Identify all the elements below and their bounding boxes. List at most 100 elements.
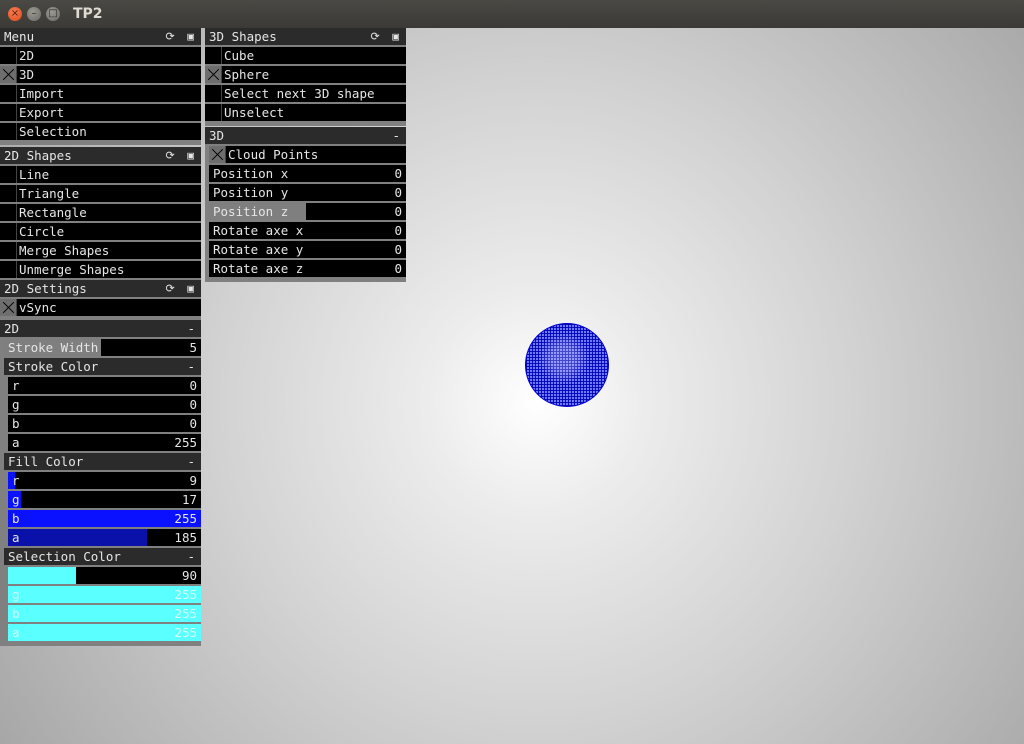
collapse-icon[interactable]: - (187, 320, 195, 337)
shape3d-item-unselect[interactable]: Unselect (205, 104, 406, 121)
cloud-points-checkbox[interactable] (209, 146, 226, 163)
menu-item-import[interactable]: Import (0, 85, 201, 102)
close-window-button[interactable]: × (8, 7, 22, 21)
shape3d-item-select-next[interactable]: Select next 3D shape (205, 85, 406, 102)
shapes-3d-header[interactable]: 3D Shapes ⟳ ▣ (205, 28, 406, 45)
settings-2d-header[interactable]: 2D Settings ⟳ ▣ (0, 280, 201, 297)
shape-item-unmerge[interactable]: Unmerge Shapes (0, 261, 201, 278)
stroke-color-header[interactable]: Stroke Color - (4, 358, 201, 375)
slider-label: b (12, 606, 20, 621)
group-2d-header[interactable]: 2D - (0, 320, 201, 337)
shape-item-line[interactable]: Line (0, 166, 201, 183)
slider-value: 0 (189, 378, 197, 393)
shapes-3d-title: 3D Shapes (209, 29, 277, 44)
collapse-icon[interactable]: - (187, 548, 195, 565)
checkbox-selection[interactable] (0, 123, 17, 140)
settings-3d-header[interactable]: 3D - (205, 127, 406, 144)
shape-item-triangle[interactable]: Triangle (0, 185, 201, 202)
selection-b-slider[interactable]: b 255 (8, 605, 201, 622)
cloud-points-toggle[interactable]: Cloud Points (209, 146, 406, 163)
button-box[interactable] (0, 242, 17, 259)
stroke-a-slider[interactable]: a 255 (8, 434, 201, 451)
vsync-checkbox[interactable] (0, 299, 17, 316)
slider-fill (8, 624, 201, 641)
slider-value: 0 (394, 223, 402, 238)
reset-save-icon[interactable]: ⟳ ▣ (166, 280, 197, 297)
shape-item-rectangle[interactable]: Rectangle (0, 204, 201, 221)
fill-r-slider[interactable]: r9 (8, 472, 201, 489)
stroke-r-slider[interactable]: r0 (8, 377, 201, 394)
slider-label: Stroke Width (8, 340, 99, 355)
stroke-width-slider[interactable]: Stroke Width 5 (4, 339, 201, 356)
fill-color-header[interactable]: Fill Color - (4, 453, 201, 470)
reset-save-icon[interactable]: ⟳ ▣ (371, 28, 402, 45)
minimize-window-button[interactable]: – (27, 7, 41, 21)
stroke-b-slider[interactable]: b0 (8, 415, 201, 432)
menu-item-label: Import (19, 86, 65, 101)
slider-value: 9 (189, 473, 197, 488)
slider-value: 185 (174, 530, 197, 545)
slider-fill (8, 605, 201, 622)
menu-item-export[interactable]: Export (0, 104, 201, 121)
reset-save-icon[interactable]: ⟳ ▣ (166, 28, 197, 45)
settings-3d-title: 3D (209, 128, 225, 143)
shape3d-item-label: Unselect (224, 105, 285, 120)
menu-panel-header[interactable]: Menu ⟳ ▣ (0, 28, 201, 45)
button-box[interactable] (205, 104, 222, 121)
button-box[interactable] (0, 223, 17, 240)
shape-item-label: Triangle (19, 186, 80, 201)
settings-3d-panel: 3D - Cloud Points Position x 0 Position y… (205, 127, 406, 282)
checkbox-import[interactable] (0, 85, 17, 102)
collapse-icon[interactable]: - (187, 358, 195, 375)
selection-a-slider[interactable]: a 255 (8, 624, 201, 641)
checkbox-cube[interactable] (205, 47, 222, 64)
position-y-slider[interactable]: Position y 0 (209, 184, 406, 201)
menu-item-2d[interactable]: 2D (0, 47, 201, 64)
checkbox-export[interactable] (0, 104, 17, 121)
reset-save-icon[interactable]: ⟳ ▣ (166, 147, 197, 164)
selection-g-slider[interactable]: g 255 (8, 586, 201, 603)
checkbox-3d[interactable] (0, 66, 17, 83)
slider-value: 255 (174, 606, 197, 621)
shape-item-merge[interactable]: Merge Shapes (0, 242, 201, 259)
collapse-icon[interactable]: - (392, 127, 400, 144)
collapse-icon[interactable]: - (187, 453, 195, 470)
rotate-x-slider[interactable]: Rotate axe x 0 (209, 222, 406, 239)
checkbox-sphere[interactable] (205, 66, 222, 83)
shape-item-circle[interactable]: Circle (0, 223, 201, 240)
menu-item-label: 3D (19, 67, 35, 82)
sphere-cloud-points[interactable] (525, 323, 609, 407)
settings-2d-title: 2D Settings (4, 281, 87, 296)
slider-value: 90 (181, 568, 197, 583)
slider-value: 0 (189, 397, 197, 412)
fill-a-slider[interactable]: a 185 (8, 529, 201, 546)
stroke-g-slider[interactable]: g0 (8, 396, 201, 413)
checkbox-2d[interactable] (0, 47, 17, 64)
button-box[interactable] (0, 185, 17, 202)
menu-panel-title: Menu (4, 29, 35, 44)
fill-b-slider[interactable]: b 255 (8, 510, 201, 527)
position-x-slider[interactable]: Position x 0 (209, 165, 406, 182)
selection-r-slider[interactable]: r 90 (8, 567, 201, 584)
shape3d-item-sphere[interactable]: Sphere (205, 66, 406, 83)
button-box[interactable] (205, 85, 222, 102)
rotate-z-slider[interactable]: Rotate axe z 0 (209, 260, 406, 277)
shapes-2d-header[interactable]: 2D Shapes ⟳ ▣ (0, 147, 201, 164)
position-z-slider[interactable]: Position z 0 (209, 203, 406, 220)
selection-color-header[interactable]: Selection Color - (4, 548, 201, 565)
group-2d-title: 2D (4, 321, 20, 336)
menu-item-selection[interactable]: Selection (0, 123, 201, 140)
slider-label: Rotate axe y (213, 242, 304, 257)
button-box[interactable] (0, 204, 17, 221)
vsync-toggle[interactable]: vSync (0, 299, 201, 316)
button-box[interactable] (0, 166, 17, 183)
maximize-window-button[interactable]: □ (46, 7, 60, 21)
menu-item-3d[interactable]: 3D (0, 66, 201, 83)
slider-fill (8, 586, 201, 603)
rotate-y-slider[interactable]: Rotate axe y 0 (209, 241, 406, 258)
shapes-2d-title: 2D Shapes (4, 148, 72, 163)
shape3d-item-cube[interactable]: Cube (205, 47, 406, 64)
button-box[interactable] (0, 261, 17, 278)
close-icon: × (10, 8, 20, 19)
fill-g-slider[interactable]: g 17 (8, 491, 201, 508)
